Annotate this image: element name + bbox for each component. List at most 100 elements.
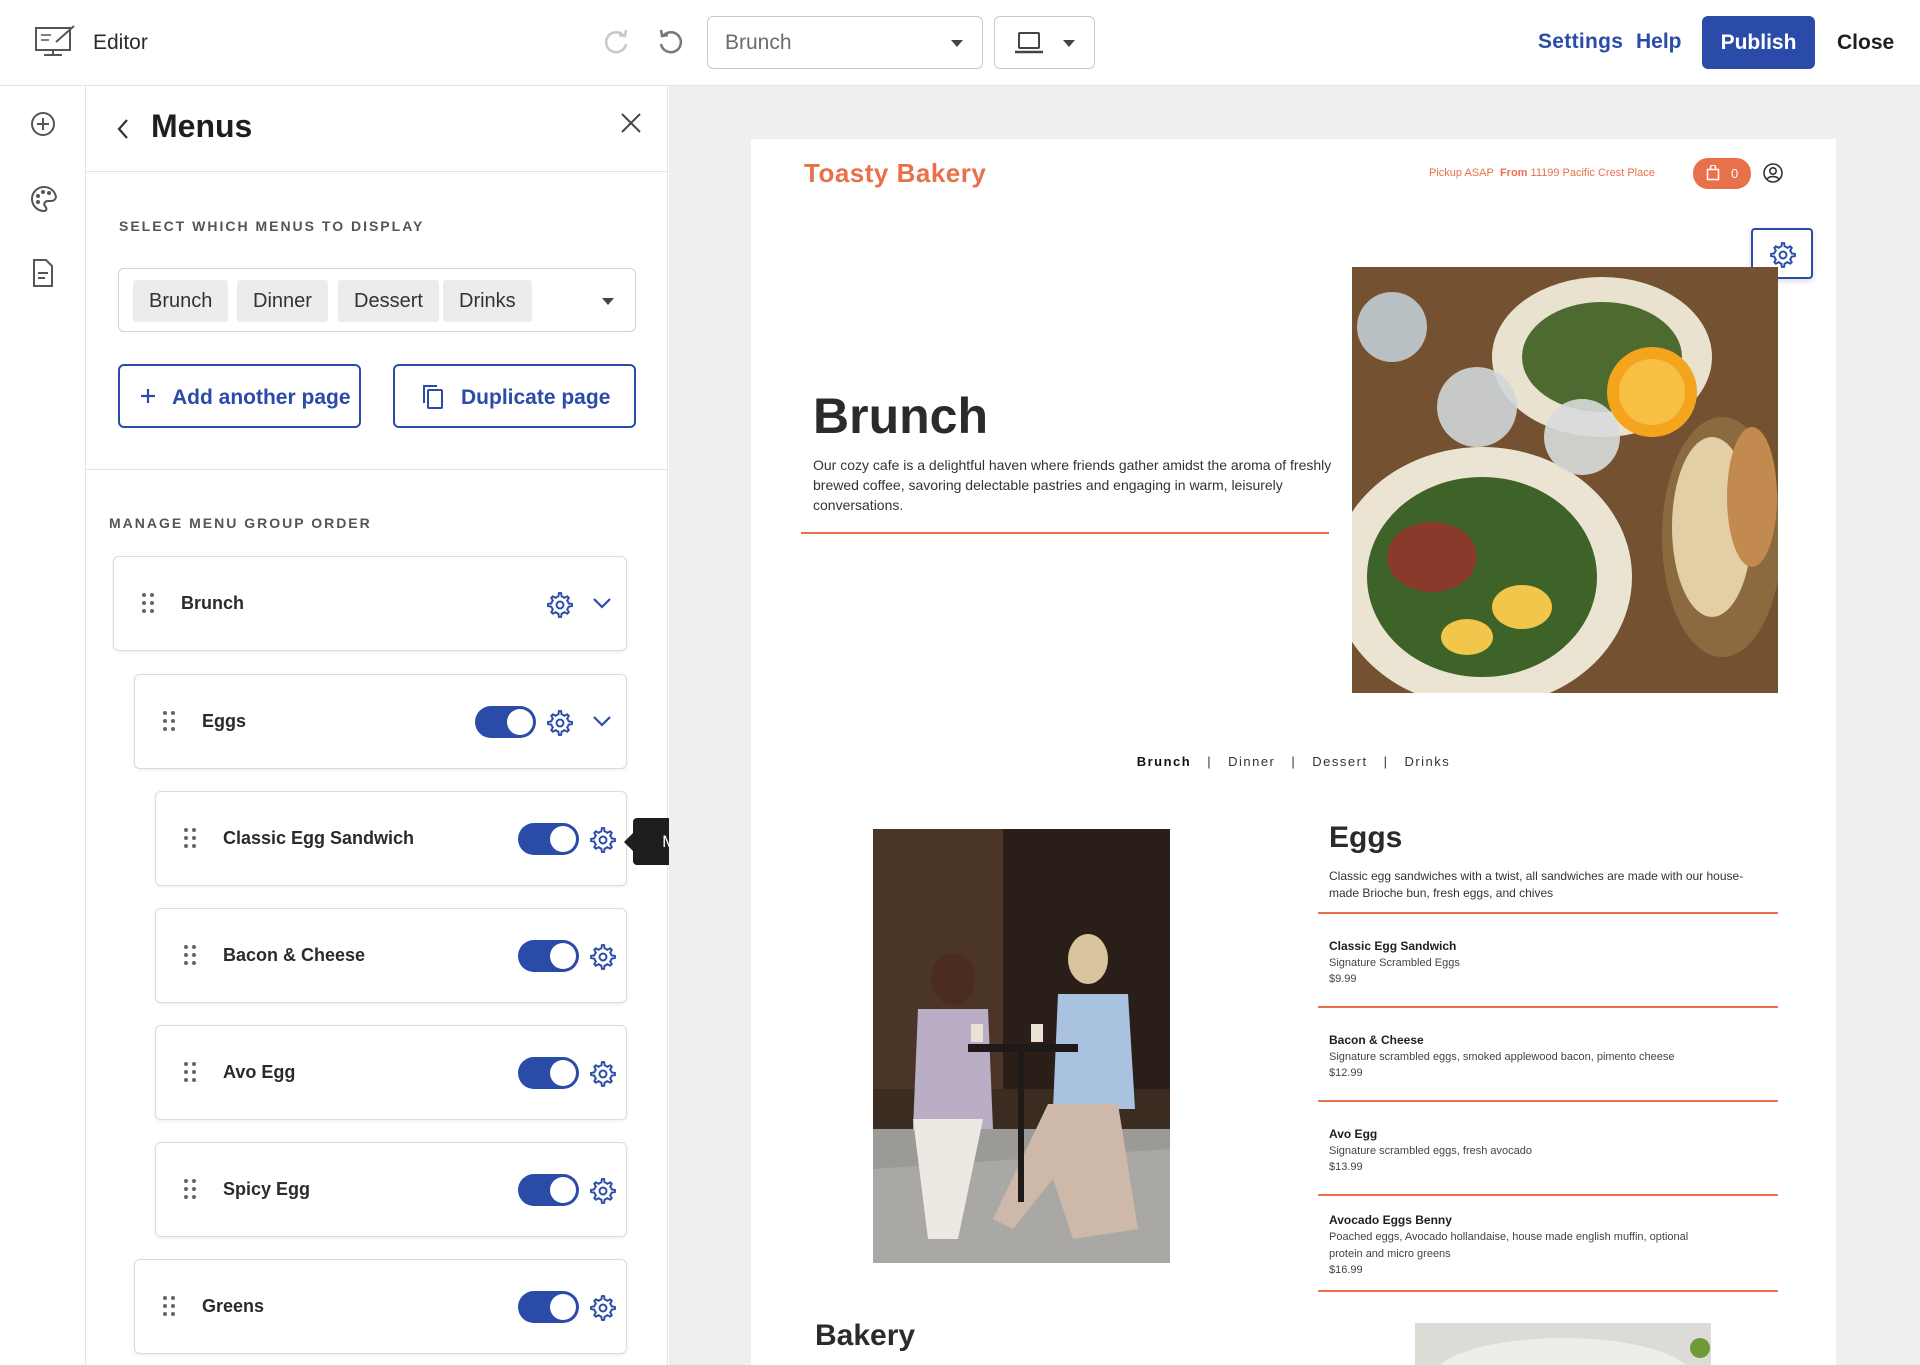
visibility-toggle[interactable] — [518, 940, 579, 972]
add-page-button[interactable]: Add another page — [118, 364, 361, 428]
section-title: Eggs — [1329, 821, 1403, 854]
menu-item-label: Avo Egg — [223, 1062, 296, 1082]
editor-label: Editor — [93, 31, 148, 54]
menu-item-price: $12.99 — [1329, 1067, 1363, 1079]
menu-group-label: Brunch — [181, 593, 244, 613]
caret-down-icon — [951, 40, 963, 47]
publish-button[interactable]: Publish — [1702, 16, 1815, 69]
menu-group-greens[interactable]: Greens — [134, 1259, 627, 1354]
drag-handle-icon[interactable] — [184, 1062, 196, 1082]
chip-dessert[interactable]: Dessert — [338, 280, 439, 322]
section-divider — [1318, 912, 1778, 914]
menu-group-eggs[interactable]: Eggs — [134, 674, 627, 769]
drag-handle-icon[interactable] — [142, 593, 154, 613]
device-select[interactable] — [994, 16, 1095, 69]
add-page-label: Add another page — [172, 386, 351, 409]
item-divider — [1318, 1100, 1778, 1102]
preview-canvas: Toasty Bakery Pickup ASAP From 11199 Pac… — [669, 86, 1920, 1365]
menu-item[interactable]: Avocado Eggs Benny Poached eggs, Avocado… — [1329, 1213, 1769, 1276]
add-icon[interactable] — [29, 110, 57, 138]
menu-group-label: Greens — [202, 1296, 265, 1316]
chip-drinks[interactable]: Drinks — [443, 280, 532, 322]
shopping-bag-icon — [1706, 165, 1720, 181]
gear-icon[interactable] — [547, 592, 573, 618]
drag-handle-icon[interactable] — [163, 711, 175, 731]
menu-item-price: $16.99 — [1329, 1264, 1363, 1276]
tab-dessert[interactable]: Dessert — [1312, 754, 1367, 769]
cart-button[interactable]: 0 — [1693, 158, 1751, 189]
close-button[interactable]: Close — [1837, 31, 1894, 55]
menu-item-name: Avo Egg — [1329, 1127, 1378, 1141]
menu-multiselect[interactable]: Brunch Dinner Dessert Drinks — [118, 268, 636, 332]
gear-icon[interactable] — [590, 1061, 616, 1087]
divider — [86, 469, 667, 470]
hero-description: Our cozy cafe is a delightful haven wher… — [813, 457, 1332, 513]
chevron-down-icon[interactable] — [592, 715, 612, 727]
item-divider — [1318, 1290, 1778, 1292]
drag-handle-icon[interactable] — [163, 1296, 175, 1316]
gear-icon[interactable] — [547, 710, 573, 736]
chevron-down-icon[interactable] — [592, 597, 612, 609]
menu-group-brunch[interactable]: Brunch — [113, 556, 627, 651]
tab-drinks[interactable]: Drinks — [1404, 754, 1450, 769]
next-section-title: Bakery — [815, 1319, 916, 1352]
pickup-from: From — [1499, 167, 1528, 179]
drag-handle-icon[interactable] — [184, 945, 196, 965]
item-divider — [1318, 1194, 1778, 1196]
top-bar: Editor Brunch Settings Help Publish Clos… — [0, 0, 1920, 86]
visibility-toggle[interactable] — [518, 823, 579, 855]
menu-item-price: $9.99 — [1329, 973, 1357, 985]
tab-dinner[interactable]: Dinner — [1228, 754, 1275, 769]
user-account-icon[interactable] — [1762, 162, 1784, 184]
gear-icon[interactable] — [590, 944, 616, 970]
chip-brunch[interactable]: Brunch — [133, 280, 229, 322]
palette-icon[interactable] — [29, 184, 59, 214]
caret-down-icon — [1063, 40, 1075, 47]
pickup-info[interactable]: Pickup ASAP From 11199 Pacific Crest Pla… — [1429, 167, 1655, 179]
duplicate-page-button[interactable]: Duplicate page — [393, 364, 636, 428]
duplicate-page-label: Duplicate page — [461, 386, 611, 409]
gear-icon[interactable] — [590, 827, 616, 853]
chip-dinner[interactable]: Dinner — [237, 280, 328, 322]
redo-icon[interactable] — [600, 26, 632, 58]
laptop-icon — [1015, 32, 1043, 54]
visibility-toggle[interactable] — [518, 1057, 579, 1089]
back-chevron-icon[interactable] — [116, 118, 130, 140]
visibility-toggle[interactable] — [475, 706, 536, 738]
visibility-toggle[interactable] — [518, 1174, 579, 1206]
visibility-toggle[interactable] — [518, 1291, 579, 1323]
menu-item[interactable]: Classic Egg Sandwich Signature Scrambled… — [1329, 939, 1769, 985]
pickup-address: 11199 Pacific Crest Place — [1530, 167, 1655, 179]
menu-item-name: Bacon & Cheese — [1329, 1033, 1424, 1047]
select-menus-label: SELECT WHICH MENUS TO DISPLAY — [119, 218, 425, 234]
page-icon[interactable] — [29, 258, 57, 288]
tab-brunch[interactable]: Brunch — [1137, 754, 1192, 769]
gear-icon[interactable] — [590, 1295, 616, 1321]
menu-item-desc: Signature Scrambled Eggs — [1329, 957, 1460, 969]
brand-logo-text[interactable]: Toasty Bakery — [804, 158, 986, 189]
menu-item-spicy-egg[interactable]: Spicy Egg — [155, 1142, 627, 1237]
close-icon[interactable] — [619, 111, 643, 135]
undo-icon[interactable] — [655, 26, 687, 58]
drag-handle-icon[interactable] — [184, 1179, 196, 1199]
menu-item-classic-egg-sandwich[interactable]: Classic Egg Sandwich — [155, 791, 627, 886]
menu-item-label: Spicy Egg — [223, 1179, 311, 1199]
menu-tabs: Brunch | Dinner | Dessert | Drinks — [1136, 754, 1451, 769]
menu-item-bacon-cheese[interactable]: Bacon & Cheese — [155, 908, 627, 1003]
help-link[interactable]: Help — [1636, 30, 1682, 54]
menu-item[interactable]: Avo Egg Signature scrambled eggs, fresh … — [1329, 1127, 1769, 1173]
site-preview: Toasty Bakery Pickup ASAP From 11199 Pac… — [751, 139, 1836, 1365]
hero-divider — [801, 532, 1329, 534]
menu-item-desc: Poached eggs, Avocado hollandaise, house… — [1329, 1231, 1689, 1260]
hero-title: Brunch — [813, 388, 988, 444]
manage-order-label: MANAGE MENU GROUP ORDER — [109, 515, 372, 531]
page-select[interactable]: Brunch — [707, 16, 983, 69]
menu-item-avo-egg[interactable]: Avo Egg — [155, 1025, 627, 1120]
item-divider — [1318, 1006, 1778, 1008]
menu-item-label: Bacon & Cheese — [223, 945, 366, 965]
menu-item[interactable]: Bacon & Cheese Signature scrambled eggs,… — [1329, 1033, 1769, 1079]
settings-link[interactable]: Settings — [1538, 30, 1623, 54]
menu-item-desc: Signature scrambled eggs, smoked applewo… — [1329, 1051, 1675, 1063]
gear-icon[interactable] — [590, 1178, 616, 1204]
drag-handle-icon[interactable] — [184, 828, 196, 848]
